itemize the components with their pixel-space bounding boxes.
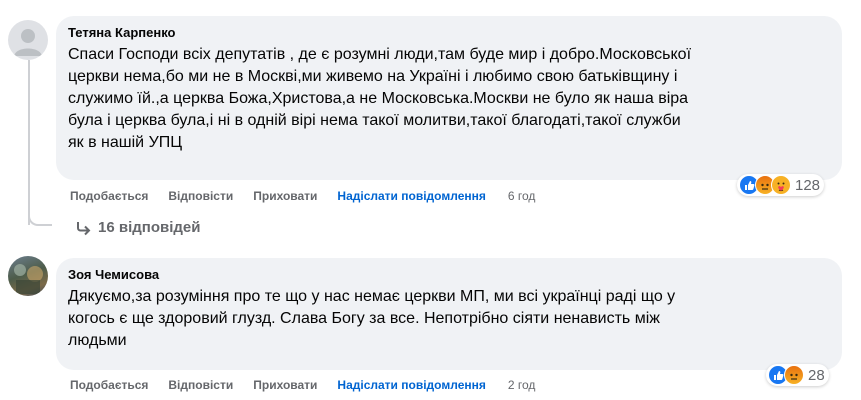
user-photo bbox=[14, 264, 43, 294]
send-message-button[interactable]: Надіслати повідомлення bbox=[337, 189, 485, 203]
comment-text-line: була і церква була,і ні в одній вірі нем… bbox=[68, 112, 681, 129]
thread-connector bbox=[28, 210, 52, 226]
send-message-button[interactable]: Надіслати повідомлення bbox=[337, 378, 485, 392]
comment-author[interactable]: Зоя Чемисова bbox=[68, 266, 830, 283]
replies-count: 16 відповідей bbox=[98, 218, 201, 236]
reaction-summary[interactable]: 128 bbox=[737, 174, 825, 196]
reply-arrow-icon bbox=[77, 222, 91, 236]
avatar[interactable] bbox=[8, 20, 48, 60]
hide-button[interactable]: Приховати bbox=[253, 378, 317, 392]
comment-text: Дякуємо,за розуміння про те що у нас нем… bbox=[68, 286, 830, 352]
avatar[interactable] bbox=[8, 256, 48, 296]
comment-bubble: Тетяна Карпенко Спаси Господи всіх депут… bbox=[56, 16, 842, 180]
comment-text-line: людьми bbox=[68, 332, 127, 349]
angry-icon bbox=[784, 365, 804, 385]
comment-text-line: служимо їй.,а церква Божа,Христова,а не … bbox=[68, 90, 689, 107]
reply-button[interactable]: Відповісти bbox=[168, 378, 233, 392]
reaction-summary[interactable]: 28 bbox=[766, 364, 829, 386]
reaction-count: 28 bbox=[808, 366, 825, 384]
comment-timestamp[interactable]: 2 год bbox=[508, 378, 536, 392]
comment-bubble: Зоя Чемисова Дякуємо,за розуміння про те… bbox=[56, 258, 842, 370]
view-replies-link[interactable]: 16 відповідей bbox=[74, 218, 200, 236]
comment-text-line: Спаси Господи всіх депутатів , де є розу… bbox=[68, 46, 692, 63]
comment-text-line: Дякуємо,за розуміння про те що у нас нем… bbox=[68, 288, 676, 305]
default-avatar-icon bbox=[14, 29, 42, 56]
hide-button[interactable]: Приховати bbox=[253, 189, 317, 203]
reply-button[interactable]: Відповісти bbox=[168, 189, 233, 203]
comment-actions: Подобається Відповісти Приховати Надісла… bbox=[70, 378, 555, 392]
comment-timestamp[interactable]: 6 год bbox=[508, 189, 536, 203]
like-button[interactable]: Подобається bbox=[70, 189, 148, 203]
care-icon bbox=[771, 175, 791, 195]
comment-actions: Подобається Відповісти Приховати Надісла… bbox=[70, 189, 555, 203]
comment-text-line: когось є ще здоровий глузд. Слава Богу з… bbox=[68, 310, 660, 327]
thread-line bbox=[28, 60, 30, 225]
comment-text-line: церкви нема,бо ми не в Москві,ми живемо … bbox=[68, 68, 678, 85]
reaction-count: 128 bbox=[795, 176, 821, 194]
comment-text: Спаси Господи всіх депутатів , де є розу… bbox=[68, 44, 830, 154]
comment-author[interactable]: Тетяна Карпенко bbox=[68, 24, 830, 41]
like-button[interactable]: Подобається bbox=[70, 378, 148, 392]
comment-text-line: як в нашій УПЦ bbox=[68, 134, 183, 151]
